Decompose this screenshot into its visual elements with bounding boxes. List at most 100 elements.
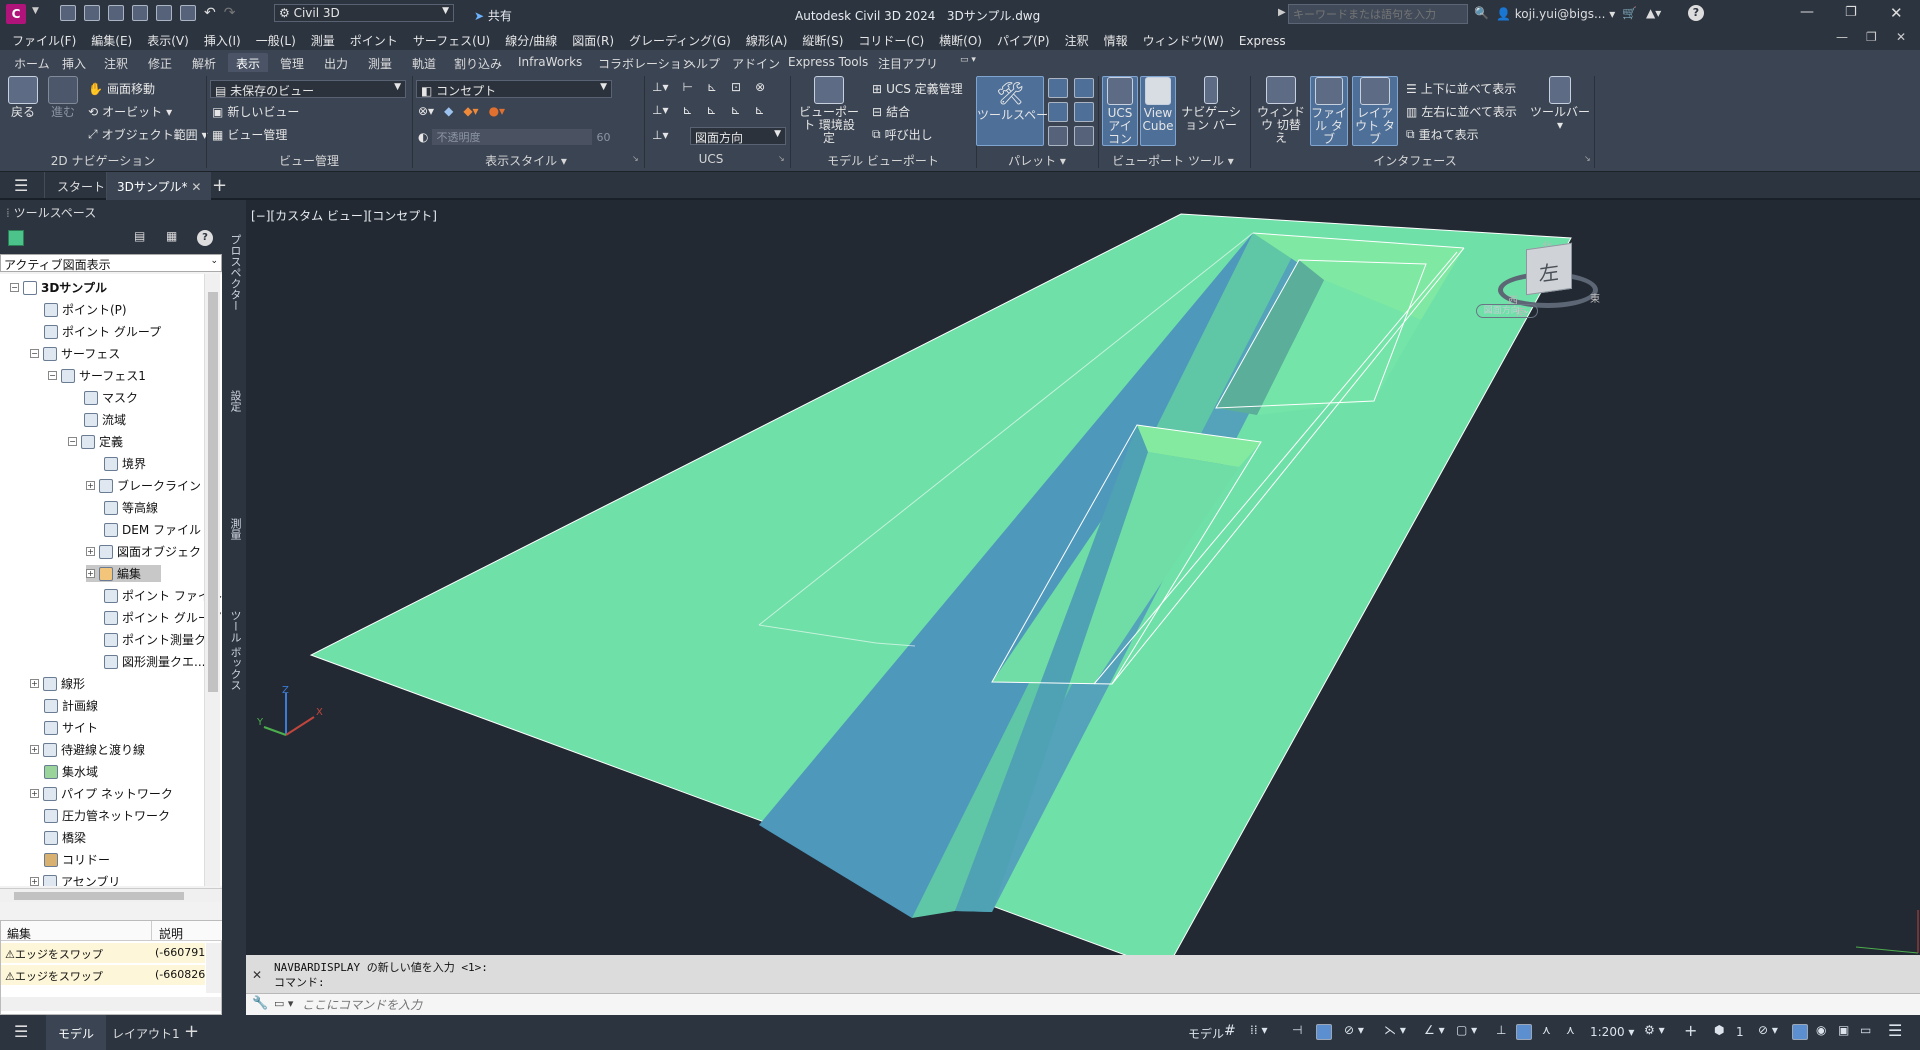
- ucs-world-icon[interactable]: ⊥▾: [652, 80, 668, 94]
- tab-survey[interactable]: 測量: [360, 53, 400, 72]
- collapse-icon[interactable]: −: [48, 371, 57, 380]
- join-button[interactable]: ⊟ 結合: [872, 103, 910, 120]
- ucs-icon-toggle[interactable]: UCS アイコン: [1102, 76, 1138, 146]
- tab-insert[interactable]: 挿入: [54, 53, 94, 72]
- tab-output[interactable]: 出力: [316, 53, 356, 72]
- ucs-direction-select[interactable]: 図面方向 ▼: [690, 127, 786, 145]
- layout-menu-icon[interactable]: ☰: [14, 1022, 28, 1041]
- panel-launcher-icon[interactable]: ↘: [778, 154, 785, 163]
- tree-item-point-groups[interactable]: ポイント グループ: [44, 323, 161, 340]
- expand-icon[interactable]: +: [30, 679, 39, 688]
- panorama-icon[interactable]: [1048, 102, 1068, 122]
- hamburger-icon[interactable]: ☰: [14, 176, 28, 195]
- command-close-icon[interactable]: ✕: [252, 968, 262, 982]
- toolspace-help-icon[interactable]: ?: [197, 230, 213, 246]
- menu-item[interactable]: 図面(R): [572, 32, 614, 49]
- menu-item[interactable]: グレーディング(G): [629, 32, 731, 49]
- ucs-icon-b[interactable]: ⊾: [707, 80, 717, 94]
- menu-item[interactable]: ウィンドウ(W): [1143, 32, 1224, 49]
- shadow-icon[interactable]: ◆: [444, 104, 453, 118]
- annotation-scale-icon[interactable]: ⋏: [1566, 1023, 1575, 1037]
- tab-modify[interactable]: 修正: [140, 53, 180, 72]
- workspace-gear-icon[interactable]: ⚙ ▾: [1644, 1023, 1665, 1037]
- panel-launcher-icon[interactable]: ↘: [632, 154, 639, 163]
- tree-item-contours[interactable]: 等高線: [104, 499, 158, 516]
- menu-item[interactable]: 挿入(I): [204, 32, 241, 49]
- object-snap-icon[interactable]: ▢ ▾: [1456, 1023, 1477, 1037]
- tree-item-alignments[interactable]: + 線形: [30, 675, 85, 692]
- clean-screen-icon[interactable]: ▭: [1860, 1023, 1871, 1037]
- tab-model[interactable]: モデル: [46, 1015, 107, 1050]
- ucs-manage-button[interactable]: ⊞ UCS 定義管理: [872, 80, 963, 97]
- tree-item-figure-survey-query[interactable]: 図形測量クエ...: [104, 653, 205, 670]
- tab-3d-sample[interactable]: 3Dサンプル* ✕: [106, 172, 212, 200]
- panel-launcher-icon[interactable]: ↘: [1584, 154, 1591, 163]
- tab-featured-apps[interactable]: 注目アプリ: [870, 53, 946, 72]
- tab-close-icon[interactable]: ✕: [191, 180, 201, 194]
- settings-icon[interactable]: [1074, 78, 1094, 98]
- visual-style-select[interactable]: ◧ コンセプト ▼: [416, 80, 612, 98]
- column-header-edit[interactable]: 編集: [7, 925, 31, 942]
- ucs-icon-h[interactable]: ⊾: [731, 103, 741, 117]
- tab-layout1[interactable]: レイアウト1: [104, 1015, 188, 1050]
- object-snap-tracking-icon[interactable]: ∠ ▾: [1424, 1023, 1445, 1037]
- menu-item[interactable]: ポイント: [350, 32, 398, 49]
- collapse-icon[interactable]: −: [30, 349, 39, 358]
- list-icon[interactable]: [1048, 126, 1068, 146]
- tab-help[interactable]: ヘルプ: [676, 53, 728, 72]
- tree-item-masks[interactable]: マスク: [84, 389, 138, 406]
- tree-item-drawing-objects[interactable]: + 図面オブジェクト: [86, 543, 213, 560]
- tree-item-definition[interactable]: − 定義: [68, 433, 123, 450]
- table-row[interactable]: ⚠エッジをスワップ (-660826.: [1, 965, 209, 985]
- tree-item-watersheds[interactable]: 流域: [84, 411, 126, 428]
- opacity-slider[interactable]: 不透明度: [432, 129, 593, 145]
- menu-item[interactable]: 情報: [1104, 32, 1128, 49]
- open-icon[interactable]: [84, 5, 100, 21]
- menu-item[interactable]: ファイル(F): [12, 32, 76, 49]
- viewcube-toggle[interactable]: View Cube: [1140, 76, 1176, 146]
- tree-item-surfaces[interactable]: − サーフェス: [30, 345, 120, 362]
- ucs-icon-j[interactable]: ⊥▾: [652, 128, 668, 142]
- back-button[interactable]: 戻る: [6, 76, 40, 119]
- infer-constraints-icon[interactable]: ⊣: [1292, 1023, 1302, 1037]
- tree-scroll-thumb[interactable]: [208, 292, 218, 692]
- tab-express-tools[interactable]: Express Tools: [780, 53, 876, 72]
- quick-properties-icon[interactable]: ⊘ ▾: [1758, 1023, 1778, 1037]
- ucs-icon-d[interactable]: ⊗: [755, 80, 765, 94]
- menu-item[interactable]: 線形(A): [746, 32, 788, 49]
- auto-scale-icon[interactable]: ⋏: [1542, 1023, 1551, 1037]
- annotation-scale-value[interactable]: 1:200 ▾: [1590, 1025, 1634, 1039]
- menu-item[interactable]: 編集(E): [91, 32, 132, 49]
- dynamic-ucs-icon[interactable]: ⊥: [1496, 1023, 1506, 1037]
- tree-hscroll-thumb[interactable]: [14, 892, 184, 900]
- collapse-icon[interactable]: −: [68, 437, 77, 446]
- navbar-toggle[interactable]: ナビゲーション バー: [1178, 76, 1244, 132]
- tree-item-feature-lines[interactable]: 計画線: [44, 697, 98, 714]
- tab-infraworks[interactable]: InfraWorks: [510, 53, 590, 72]
- tree-item-pipe-networks[interactable]: + パイプ ネットワーク: [30, 785, 173, 802]
- calculator-icon[interactable]: [1074, 126, 1094, 146]
- viewcube-face[interactable]: 左: [1526, 242, 1572, 296]
- menu-item[interactable]: パイプ(P): [997, 32, 1050, 49]
- ortho-icon[interactable]: [1316, 1024, 1332, 1040]
- tab-rail[interactable]: 軌道: [404, 53, 444, 72]
- switch-windows-button[interactable]: ウィンドウ 切替え: [1256, 76, 1306, 145]
- cascade-button[interactable]: ⧉ 重ねて表示: [1406, 126, 1479, 143]
- command-prompt-icon[interactable]: ▭ ▾: [274, 997, 293, 1010]
- toolspace-mode-icon[interactable]: [8, 230, 24, 246]
- doc-restore-icon[interactable]: ❐: [1866, 30, 1877, 44]
- ucs-icon-a[interactable]: ⊢: [682, 80, 692, 94]
- collapse-icon[interactable]: −: [10, 283, 19, 292]
- tab-manage[interactable]: 管理: [272, 53, 312, 72]
- expand-icon[interactable]: +: [86, 547, 95, 556]
- properties-icon[interactable]: [1048, 78, 1068, 98]
- orbit-button[interactable]: ⟲ オービット ▾: [88, 103, 172, 120]
- tree-item-surface1[interactable]: − サーフェス1: [48, 367, 146, 384]
- saved-view-select[interactable]: ▤ 未保存のビュー ▼: [210, 80, 406, 98]
- tab-survey[interactable]: 測量: [225, 518, 243, 540]
- new-tab-icon[interactable]: +: [212, 175, 227, 196]
- ribbon-minimize-icon[interactable]: ▭ ▾: [952, 53, 984, 72]
- search-expand-icon[interactable]: ▶: [1278, 7, 1286, 18]
- app-logo[interactable]: C: [6, 4, 26, 24]
- toolbars-button[interactable]: ツールバー ▾: [1530, 76, 1590, 132]
